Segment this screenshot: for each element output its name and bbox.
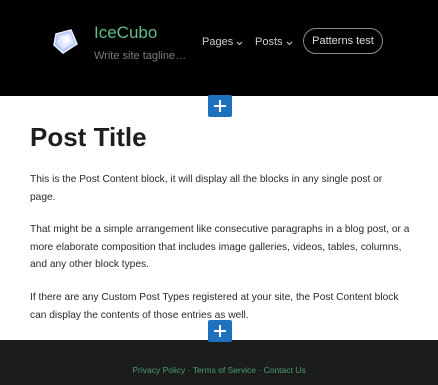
nav-item-posts[interactable]: Posts — [255, 34, 293, 50]
plus-icon — [214, 100, 226, 112]
chevron-down-icon — [286, 36, 293, 50]
site-header: IceCubo Write site tagline… Pages Posts … — [0, 0, 438, 96]
footer-link-contact-us[interactable]: Contact Us — [264, 365, 306, 375]
nav-item-label: Posts — [255, 36, 283, 48]
add-block-button[interactable] — [208, 95, 232, 117]
footer-separator: · — [258, 365, 262, 375]
nav-item-pages[interactable]: Pages — [202, 34, 243, 50]
plus-icon — [214, 325, 226, 337]
nav-item-label: Pages — [202, 36, 234, 48]
site-tagline[interactable]: Write site tagline… — [94, 49, 186, 63]
footer-separator: · — [187, 365, 191, 375]
post-title[interactable]: Post Title — [30, 121, 147, 153]
site-footer — [0, 340, 438, 385]
post-paragraph[interactable]: If there are any Custom Post Types regis… — [30, 289, 410, 324]
patterns-test-button[interactable]: Patterns test — [303, 28, 383, 54]
site-title[interactable]: IceCubo — [94, 23, 157, 43]
add-block-button[interactable] — [208, 320, 232, 342]
footer-links: Privacy Policy · Terms of Service · Cont… — [0, 365, 438, 376]
chevron-down-icon — [236, 36, 243, 50]
post-paragraph[interactable]: That might be a simple arrangement like … — [30, 221, 410, 274]
footer-link-terms-of-service[interactable]: Terms of Service — [193, 365, 256, 375]
site-logo-icon[interactable] — [50, 27, 80, 57]
footer-link-privacy-policy[interactable]: Privacy Policy — [132, 365, 185, 375]
post-paragraph[interactable]: This is the Post Content block, it will … — [30, 171, 410, 206]
